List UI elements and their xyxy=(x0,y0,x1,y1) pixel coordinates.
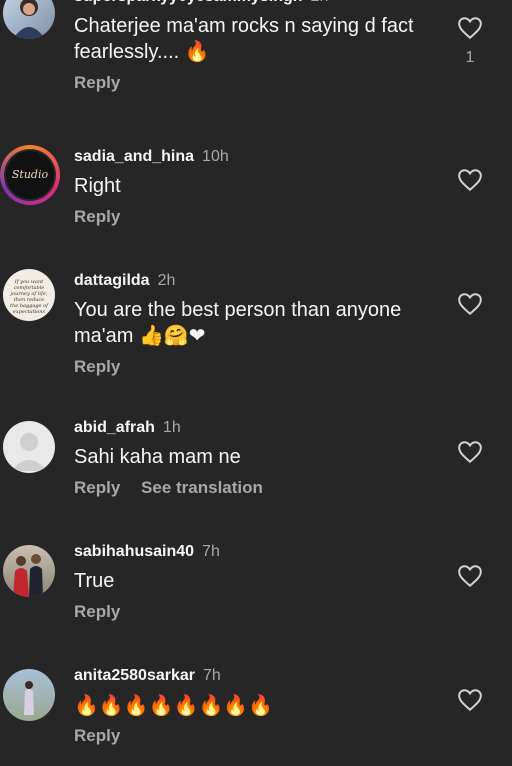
avatar-photo xyxy=(24,681,34,715)
comment-text-body: You are the best person than anyone ma'a… xyxy=(74,299,402,347)
emoji-group: 👍🤗❤ xyxy=(138,323,206,347)
like-button[interactable] xyxy=(457,292,483,316)
comment-text: Sahi kaha mam ne xyxy=(74,446,241,468)
comment-text: True xyxy=(74,570,115,592)
comment-text: Chaterjee ma'am rocks n saying d fact fe… xyxy=(74,14,432,65)
timestamp: 1h xyxy=(162,419,181,436)
avatar[interactable]: If you want comfortable journey of life,… xyxy=(3,269,55,321)
comment-meta: sadia_and_hina 10h xyxy=(74,147,432,167)
username[interactable]: sadia_and_hina xyxy=(74,148,194,165)
avatar[interactable] xyxy=(3,669,55,721)
reply-button[interactable]: Reply xyxy=(74,726,120,745)
timestamp: 7h xyxy=(202,667,221,684)
fire-emoji: 🔥 xyxy=(184,39,210,63)
comment-meta: anita2580sarkar 7h xyxy=(74,666,432,686)
comment-meta: dattagilda 2h xyxy=(74,271,432,291)
heart-outline-icon xyxy=(458,441,482,464)
username[interactable]: supersparkyy0y0sammysingh xyxy=(74,0,303,5)
timestamp: 7h xyxy=(202,543,220,560)
avatar[interactable] xyxy=(3,0,55,39)
avatar[interactable] xyxy=(3,545,55,597)
reply-button[interactable]: Reply xyxy=(74,478,120,497)
like-button[interactable] xyxy=(457,440,483,464)
default-avatar-icon xyxy=(11,433,47,471)
username[interactable]: anita2580sarkar xyxy=(74,667,195,684)
avatar[interactable] xyxy=(3,421,55,473)
avatar[interactable]: Studio xyxy=(0,145,60,205)
comment-text: You are the best person than anyone ma'a… xyxy=(74,298,432,349)
comment-meta: sabihahusain40 7h xyxy=(74,542,432,562)
reply-button[interactable]: Reply xyxy=(74,73,120,92)
see-translation-button[interactable]: See translation xyxy=(141,478,263,497)
timestamp: 10h xyxy=(202,148,229,165)
heart-outline-icon xyxy=(458,565,482,588)
username[interactable]: sabihahusain40 xyxy=(74,543,194,560)
reply-button[interactable]: Reply xyxy=(74,207,120,226)
like-button[interactable] xyxy=(457,688,483,712)
heart-outline-icon xyxy=(458,293,482,316)
avatar-quote-text: If you want comfortable journey of life,… xyxy=(10,279,48,315)
comment-text: Right xyxy=(74,175,121,197)
comment-text-body: Chaterjee ma'am rocks n saying d fact fe… xyxy=(74,15,414,63)
avatar-photo xyxy=(13,554,43,597)
timestamp: 2h xyxy=(311,0,329,5)
avatar-logo-text: Studio xyxy=(6,151,54,199)
comment-meta: supersparkyy0y0sammysingh 2h xyxy=(74,0,432,7)
heart-outline-icon xyxy=(458,169,482,192)
heart-outline-icon xyxy=(458,689,482,712)
reply-button[interactable]: Reply xyxy=(74,357,120,376)
username[interactable]: abid_afrah xyxy=(74,419,155,436)
username[interactable]: dattagilda xyxy=(74,272,150,289)
avatar-photo xyxy=(13,0,45,39)
timestamp: 2h xyxy=(157,272,176,289)
like-button[interactable] xyxy=(457,168,483,192)
reply-button[interactable]: Reply xyxy=(74,602,120,621)
like-button[interactable] xyxy=(457,564,483,588)
comment-meta: abid_afrah 1h xyxy=(74,418,432,438)
like-count: 1 xyxy=(465,49,475,66)
heart-outline-icon xyxy=(458,17,482,40)
comment-text: 🔥🔥🔥🔥🔥🔥🔥🔥 xyxy=(74,693,274,717)
like-button[interactable]: 1 xyxy=(457,16,483,67)
